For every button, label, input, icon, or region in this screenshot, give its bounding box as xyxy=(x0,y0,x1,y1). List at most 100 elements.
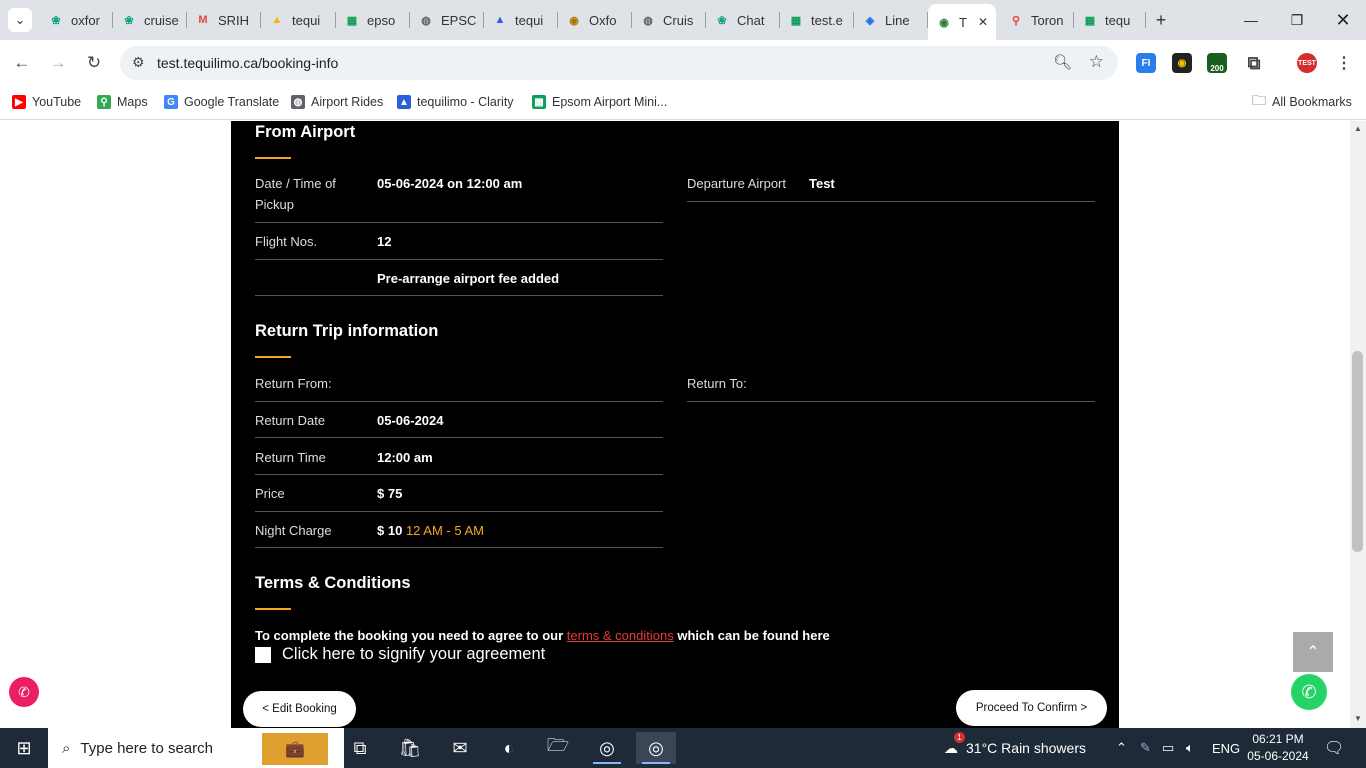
close-window-button[interactable]: ✕ xyxy=(1331,8,1355,32)
new-tab-button[interactable]: + xyxy=(1149,8,1173,32)
bookmark-label: Maps xyxy=(117,95,148,109)
clock[interactable]: 06:21 PM 05-06-2024 xyxy=(1242,731,1314,765)
pickup-row: Date / Time of Pickup 05-06-2024 on 12:0… xyxy=(255,173,663,223)
gmail-icon: M xyxy=(198,14,208,26)
file-explorer-icon[interactable]: 🗁 xyxy=(538,732,578,764)
globe-icon: ◍ xyxy=(291,95,305,109)
tab-1[interactable]: ❀ oxfor xyxy=(40,6,113,34)
edge-icon[interactable]: ◐ xyxy=(489,732,529,764)
tab-12[interactable]: ◈ Line xyxy=(854,6,928,34)
globe-icon: ◍ xyxy=(643,14,653,27)
language-indicator[interactable]: ENG xyxy=(1212,728,1240,768)
whatsapp-icon[interactable]: ✆ xyxy=(1291,674,1327,710)
bookmark-4[interactable]: ◍ Airport Rides xyxy=(291,92,383,112)
tab-4[interactable]: ▲ tequi xyxy=(261,6,336,34)
tab-3[interactable]: M SRIH xyxy=(187,6,261,34)
shield-icon: ◈ xyxy=(865,14,875,27)
bookmark-label: Epsom Airport Mini... xyxy=(552,95,668,109)
tab-search-button[interactable]: ⌄ xyxy=(8,8,32,32)
tab-label: EPSC xyxy=(441,12,477,28)
tab-label: Toron xyxy=(1031,12,1064,28)
return-date-label: Return Date xyxy=(255,413,326,428)
translate-icon: G xyxy=(164,95,178,109)
notification-icon[interactable]: 🗨︎ xyxy=(1324,728,1344,768)
task-view-icon[interactable]: ⧉ xyxy=(340,732,380,764)
scroll-to-top-button[interactable]: ⌃ xyxy=(1293,632,1333,672)
tab-8[interactable]: ◉ Oxfo xyxy=(558,6,632,34)
show-hidden-icons-icon[interactable]: ⌃ xyxy=(1116,728,1127,768)
bookmark-label: YouTube xyxy=(32,95,82,109)
menu-kebab-icon[interactable]: ⋮ xyxy=(1334,53,1354,73)
night-charge-label: Night Charge xyxy=(255,523,332,538)
tab-6[interactable]: ◍ EPSC xyxy=(410,6,484,34)
tab-9[interactable]: ◍ Cruis xyxy=(632,6,706,34)
price-value: $ 75 xyxy=(377,486,403,501)
restore-button[interactable]: ❐ xyxy=(1285,8,1309,32)
tab-5[interactable]: ▦ epso xyxy=(336,6,410,34)
bookmark-star-icon[interactable]: ☆ xyxy=(1089,52,1104,72)
extensions-puzzle-icon[interactable]: ⧉ xyxy=(1244,53,1264,73)
bookmarks-bar: ▶ YouTube ⚲ Maps G Google Translate ◍ Airport R… xyxy=(0,86,1366,120)
weather-widget[interactable]: ☁ 1 31°C Rain showers xyxy=(944,728,1086,768)
pen-icon[interactable]: ✎ xyxy=(1140,728,1151,768)
back-button[interactable]: ← xyxy=(10,51,34,75)
terms-link[interactable]: terms & conditions xyxy=(567,628,674,643)
tab-14[interactable]: ⚲ Toron xyxy=(1000,6,1074,34)
phone-call-icon[interactable]: ✆ xyxy=(9,677,39,707)
url-text[interactable]: test.tequilimo.ca/booking-info xyxy=(157,55,338,71)
bookmark-2[interactable]: ⚲ Maps xyxy=(97,92,148,112)
extension-counter-icon[interactable]: 200 xyxy=(1207,53,1227,73)
address-bar[interactable]: ⚙ test.tequilimo.ca/booking-info 🔍︎ ☆ xyxy=(120,46,1118,80)
tab-2[interactable]: ❀ cruise xyxy=(113,6,187,34)
fee-note: Pre-arrange airport fee added xyxy=(377,271,560,286)
taskbar-search-placeholder: Type here to search xyxy=(80,739,213,757)
chrome-profile-icon[interactable]: ◎ xyxy=(636,732,676,764)
tab-11[interactable]: ▦ test.e xyxy=(780,6,854,34)
scrollbar-thumb[interactable] xyxy=(1352,351,1363,552)
proceed-to-confirm-button[interactable]: Proceed To Confirm > xyxy=(956,690,1107,726)
network-icon[interactable]: ▭ xyxy=(1162,728,1174,768)
tab-label: Chat xyxy=(737,12,765,28)
bookmark-3[interactable]: G Google Translate xyxy=(164,92,279,112)
all-bookmarks-button[interactable]: 🗀 All Bookmarks xyxy=(1252,92,1352,112)
departure-row: Departure Airport Test xyxy=(687,173,1095,202)
agreement-label[interactable]: Click here to signify your agreement xyxy=(282,645,545,664)
scroll-up-arrow-icon[interactable]: ▲ xyxy=(1352,124,1364,133)
tab-label: Line xyxy=(885,12,910,28)
scroll-down-arrow-icon[interactable]: ▼ xyxy=(1352,714,1364,723)
minimize-button[interactable]: — xyxy=(1239,8,1263,32)
site-info-icon[interactable]: ⚙ xyxy=(132,54,145,71)
profile-avatar[interactable]: TEST xyxy=(1297,53,1317,73)
extension-fi-icon[interactable]: FI xyxy=(1136,53,1156,73)
windows-start-button[interactable]: ⊞ xyxy=(0,728,48,768)
volume-icon[interactable]: 🔈︎ xyxy=(1186,728,1194,768)
tab-label: tequi xyxy=(292,12,321,28)
folder-icon: 🗀 xyxy=(1252,92,1266,108)
extension-yellow-icon[interactable]: ◉ xyxy=(1172,53,1192,73)
taskbar-briefcase-icon[interactable]: 💼 xyxy=(262,733,328,765)
tab-10[interactable]: ❀ Chat xyxy=(706,6,780,34)
bookmark-1[interactable]: ▶ YouTube xyxy=(12,92,81,112)
flight-row: Flight Nos. 12 xyxy=(255,231,663,260)
night-charge-hours: 12 AM - 5 AM xyxy=(405,523,484,538)
close-tab-icon[interactable]: ✕ xyxy=(978,15,988,29)
night-charge-amount: $ 10 xyxy=(377,523,403,538)
tab-label: Cruis xyxy=(663,12,694,28)
agreement-checkbox[interactable] xyxy=(255,647,271,663)
bookmark-6[interactable]: ▦ Epsom Airport Mini... xyxy=(532,92,667,112)
search-icon: ⌕ xyxy=(62,739,71,757)
night-charge-row: Night Charge $ 10 12 AM - 5 AM xyxy=(255,520,663,548)
tab-15[interactable]: ▦ tequ xyxy=(1074,6,1146,34)
tab-13[interactable]: ◉ T ✕ xyxy=(928,4,996,40)
zoom-icon[interactable]: 🔍︎ xyxy=(1053,53,1072,71)
return-time-value: 12:00 am xyxy=(377,450,433,465)
microsoft-store-icon[interactable]: 🛍 xyxy=(390,732,430,764)
tab-7[interactable]: ▲ tequi xyxy=(484,6,558,34)
mail-icon[interactable]: ✉ xyxy=(440,732,480,764)
bookmark-5[interactable]: ▲ tequilimo - Clarity xyxy=(397,92,514,112)
pickup-value: 05-06-2024 on 12:00 am xyxy=(377,176,523,191)
forward-button[interactable]: → xyxy=(46,51,70,75)
edit-booking-button[interactable]: < Edit Booking xyxy=(243,691,356,727)
chrome-icon[interactable]: ◎ xyxy=(587,732,627,764)
reload-button[interactable]: ↻ xyxy=(82,51,106,75)
